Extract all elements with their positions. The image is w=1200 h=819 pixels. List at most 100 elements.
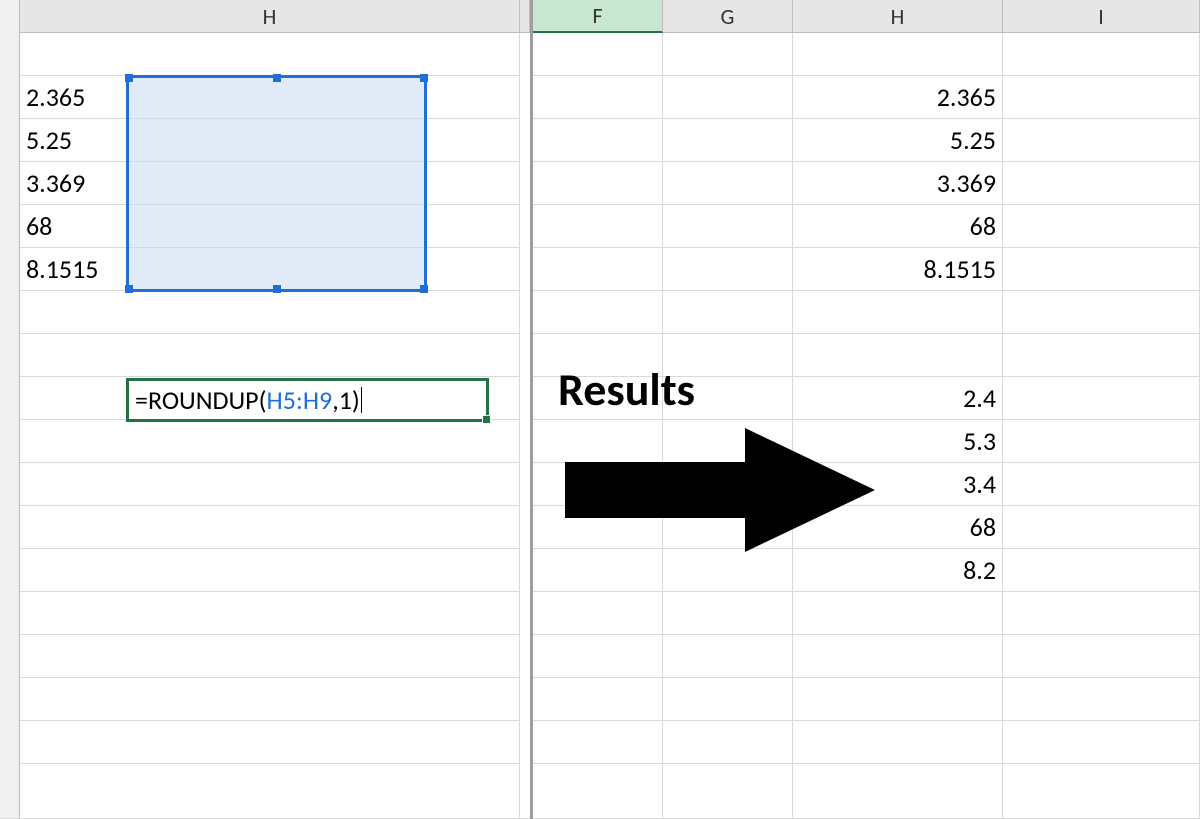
cell-Hr-r6[interactable]: 8.1515 xyxy=(793,248,1003,291)
cell-left-r7[interactable] xyxy=(20,291,520,334)
cell-F-r7[interactable] xyxy=(533,291,663,334)
cell-I-r9[interactable] xyxy=(1003,377,1200,420)
cell-G-r3[interactable] xyxy=(663,119,793,162)
formula-edit-cell[interactable]: =ROUNDUP(H5:H9, 1) xyxy=(126,378,489,422)
cell-G-r6[interactable] xyxy=(663,248,793,291)
cell-F-r14[interactable] xyxy=(533,592,663,635)
cell-left-r15[interactable] xyxy=(20,635,520,678)
cell-I-r10[interactable] xyxy=(1003,420,1200,463)
fill-handle[interactable] xyxy=(482,415,491,424)
cell-Hr-r15[interactable] xyxy=(793,635,1003,678)
cell-Hr-r18[interactable] xyxy=(793,764,1003,819)
cell-value: 2.365 xyxy=(26,84,85,110)
cell-I-r14[interactable] xyxy=(1003,592,1200,635)
cell-value: 68 xyxy=(970,213,996,239)
cell-value: 3.4 xyxy=(963,471,996,497)
formula-fn: ROUNDUP xyxy=(148,384,259,416)
cell-left-r11[interactable] xyxy=(20,463,520,506)
cell-I-r2[interactable] xyxy=(1003,76,1200,119)
cell-I-r5[interactable] xyxy=(1003,205,1200,248)
cell-left-r18[interactable] xyxy=(20,764,520,819)
cell-Hr-r1[interactable] xyxy=(793,33,1003,76)
cell-Hr-r8[interactable] xyxy=(793,334,1003,377)
cell-left-r1[interactable] xyxy=(20,33,520,76)
cell-F-r5[interactable] xyxy=(533,205,663,248)
column-header-H-right[interactable]: H xyxy=(793,0,1003,33)
cell-value: 2.365 xyxy=(937,84,996,110)
cell-I-r16[interactable] xyxy=(1003,678,1200,721)
cell-I-r15[interactable] xyxy=(1003,635,1200,678)
formula-arg2: 1 xyxy=(339,384,352,416)
cell-G-r7[interactable] xyxy=(663,291,793,334)
cell-value: 5.25 xyxy=(950,127,996,153)
cell-I-r6[interactable] xyxy=(1003,248,1200,291)
cell-Hr-r4[interactable]: 3.369 xyxy=(793,162,1003,205)
cell-I-r13[interactable] xyxy=(1003,549,1200,592)
cell-G-r16[interactable] xyxy=(663,678,793,721)
cell-G-r14[interactable] xyxy=(663,592,793,635)
cell-Hr-r17[interactable] xyxy=(793,721,1003,764)
cell-I-r4[interactable] xyxy=(1003,162,1200,205)
cell-I-r18[interactable] xyxy=(1003,764,1200,819)
column-header-left-next[interactable] xyxy=(520,0,530,33)
cell-F-r6[interactable] xyxy=(533,248,663,291)
cell-I-r11[interactable] xyxy=(1003,463,1200,506)
cell-left-r2[interactable]: 2.365 xyxy=(20,76,520,119)
cell-left-r12[interactable] xyxy=(20,506,520,549)
cell-F-r3[interactable] xyxy=(533,119,663,162)
cell-left-r17[interactable] xyxy=(20,721,520,764)
cell-left-r13[interactable] xyxy=(20,549,520,592)
cell-left-r4[interactable]: 3.369 xyxy=(20,162,520,205)
formula-ref: H5:H9 xyxy=(267,384,333,416)
cell-Hr-r7[interactable] xyxy=(793,291,1003,334)
cell-G-r4[interactable] xyxy=(663,162,793,205)
cell-I-r3[interactable] xyxy=(1003,119,1200,162)
cell-F-r16[interactable] xyxy=(533,678,663,721)
cell-I-r1[interactable] xyxy=(1003,33,1200,76)
row-headers-strip xyxy=(0,0,20,819)
cell-left-r8[interactable] xyxy=(20,334,520,377)
cell-Hr-r5[interactable]: 68 xyxy=(793,205,1003,248)
cell-left-r3[interactable]: 5.25 xyxy=(20,119,520,162)
column-header-G[interactable]: G xyxy=(663,0,793,33)
cell-G-r5[interactable] xyxy=(663,205,793,248)
cell-Hr-r2[interactable]: 2.365 xyxy=(793,76,1003,119)
cell-F-r2[interactable] xyxy=(533,76,663,119)
cell-I-r17[interactable] xyxy=(1003,721,1200,764)
cell-G-r18[interactable] xyxy=(663,764,793,819)
cell-value: 5.25 xyxy=(26,127,72,153)
cell-Hr-r14[interactable] xyxy=(793,592,1003,635)
text-caret xyxy=(361,387,362,413)
spreadsheet-grid[interactable]: H 2.365 5.25 3.369 68 8.1515 =ROUNDUP(H5… xyxy=(0,0,1200,819)
cell-Hr-r9[interactable]: 2.4 xyxy=(793,377,1003,420)
cell-Hr-r3[interactable]: 5.25 xyxy=(793,119,1003,162)
cell-F-r15[interactable] xyxy=(533,635,663,678)
cell-G-r15[interactable] xyxy=(663,635,793,678)
arrow-right-icon xyxy=(545,420,885,560)
cell-value: 8.1515 xyxy=(26,256,98,282)
cell-value: 68 xyxy=(970,514,996,540)
cell-value: 8.2 xyxy=(963,557,996,583)
column-header-F[interactable]: F xyxy=(533,0,663,33)
cell-left-r5[interactable]: 68 xyxy=(20,205,520,248)
cell-I-r12[interactable] xyxy=(1003,506,1200,549)
cell-left-r6[interactable]: 8.1515 xyxy=(20,248,520,291)
cell-left-r10[interactable] xyxy=(20,420,520,463)
cell-F-r1[interactable] xyxy=(533,33,663,76)
cell-Hr-r16[interactable] xyxy=(793,678,1003,721)
cell-I-r7[interactable] xyxy=(1003,291,1200,334)
cell-F-r17[interactable] xyxy=(533,721,663,764)
formula-equals: = xyxy=(135,384,148,416)
cell-left-r16[interactable] xyxy=(20,678,520,721)
cell-value: 3.369 xyxy=(937,170,996,196)
cell-F-r18[interactable] xyxy=(533,764,663,819)
cell-I-r8[interactable] xyxy=(1003,334,1200,377)
column-header-I[interactable]: I xyxy=(1003,0,1200,33)
cell-G-r2[interactable] xyxy=(663,76,793,119)
cell-F-r4[interactable] xyxy=(533,162,663,205)
formula-open: ( xyxy=(259,384,267,416)
cell-left-r14[interactable] xyxy=(20,592,520,635)
column-header-H-left[interactable]: H xyxy=(20,0,520,33)
cell-G-r17[interactable] xyxy=(663,721,793,764)
cell-G-r1[interactable] xyxy=(663,33,793,76)
